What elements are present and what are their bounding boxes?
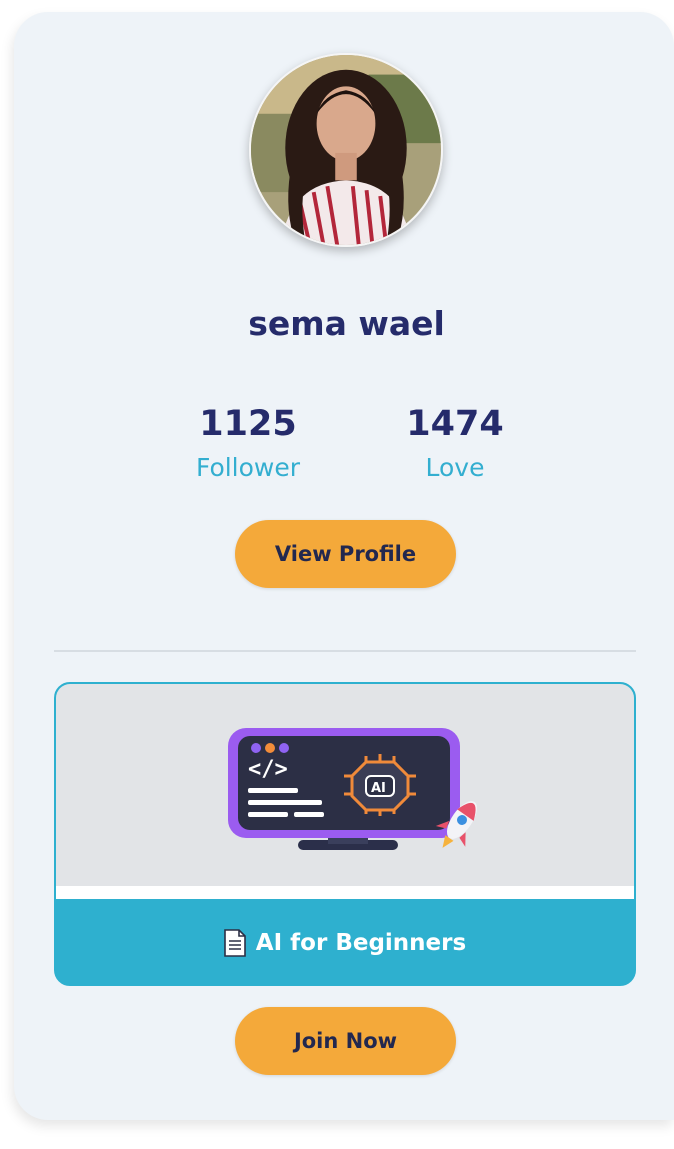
profile-name: sema wael <box>248 304 445 343</box>
svg-text:AI: AI <box>371 781 386 796</box>
loves-count: 1474 <box>406 404 504 444</box>
profile-card: sema wael 1125 Follower 1474 Love View P… <box>14 12 674 1120</box>
avatar[interactable] <box>249 53 443 247</box>
followers-label: Follower <box>195 453 301 482</box>
ai-monitor-rocket-illustration-icon: </> AI <box>228 728 478 850</box>
course-image: </> AI <box>56 684 634 886</box>
image-bottom-strip <box>56 886 634 899</box>
view-profile-button[interactable]: View Profile <box>235 520 456 588</box>
loves-stat: 1474 Love <box>365 400 545 488</box>
user-photo-icon <box>251 55 441 245</box>
document-icon <box>223 928 246 957</box>
followers-stat: 1125 Follower <box>158 400 338 488</box>
course-card[interactable]: </> AI AI for Beginners <box>54 682 636 986</box>
course-title-bar: AI for Beginners <box>56 899 634 984</box>
svg-text:</>: </> <box>248 757 288 782</box>
course-title: AI for Beginners <box>255 929 467 956</box>
loves-label: Love <box>425 453 485 482</box>
divider <box>54 650 636 652</box>
join-now-button[interactable]: Join Now <box>235 1007 456 1075</box>
followers-count: 1125 <box>199 404 297 444</box>
